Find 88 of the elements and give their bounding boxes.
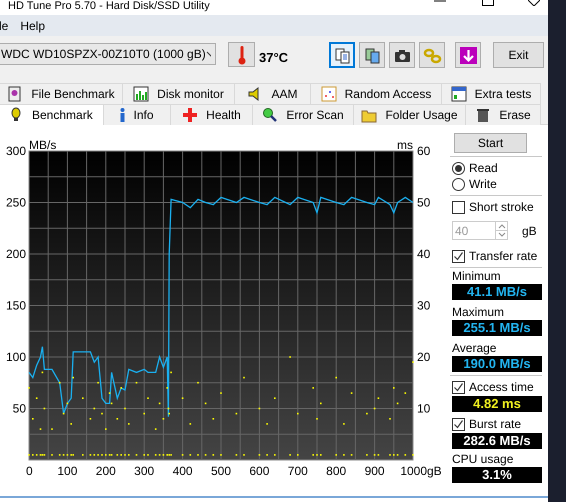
tab[interactable]: Health [171,104,253,125]
checkbox[interactable] [452,418,465,430]
checkbox-label[interactable]: Access time [469,378,534,396]
cross-icon [182,107,198,123]
radio-button[interactable] [452,178,465,190]
tick-label: 800 [326,464,346,478]
value-display: 3.1% [452,467,542,483]
tick-label: 900 [364,464,385,478]
tick-label: 200 [6,247,26,261]
tick-label: 0 [26,464,33,478]
close-icon[interactable] [528,0,540,6]
trash-icon [475,107,492,123]
checkbox[interactable] [452,250,465,262]
download-icon [458,46,478,64]
checkbox[interactable] [452,200,465,214]
tick-label: 700 [288,464,308,478]
file-icon [7,86,24,102]
value-display: 190.0 MB/s [452,356,542,372]
search-icon [262,107,278,123]
tick-label: 300 [6,144,26,158]
radio-label[interactable]: Read [469,159,498,177]
tick-label: 500 [210,464,232,478]
bar-chart-icon [133,86,150,102]
tick-label: 300 [134,464,154,478]
tick-label: 1000gB [400,464,442,478]
drive-name: WDC WD10SPZX-00Z10T0 (1000 gB) [1,46,206,63]
toolbar-button[interactable] [329,42,355,68]
stat-label: Average [452,341,498,355]
tick-label: 40 [417,247,430,261]
stat-label: Maximum [452,305,506,319]
maximize-icon[interactable] [482,0,494,6]
exit-button[interactable]: Exit [493,42,544,68]
tab[interactable]: File Benchmark [0,83,123,104]
tab[interactable]: AAM [235,83,311,104]
value-display: 282.6 MB/s [452,433,542,449]
stat-label: CPU usage [452,452,514,466]
tick-label: 50 [12,402,26,416]
tick-label: 30 [417,298,430,312]
axis-label: MB/s [29,138,56,152]
start-button[interactable]: Start [454,133,527,153]
tick-label: 100 [6,350,26,364]
temperature-reading: 37°C [259,49,288,67]
spinner-icon[interactable] [496,222,508,239]
tick-label: 100 [57,464,78,478]
tab[interactable]: Benchmark [0,104,104,125]
tab[interactable]: Erase [466,104,541,125]
value-display: 41.1 MB/s [452,284,542,300]
tab[interactable]: Random Access [311,83,442,104]
tick-label: 250 [6,196,26,210]
stat-label: Minimum [452,269,502,283]
calendar-icon [450,86,467,102]
scatter-icon [320,86,337,102]
menu-item[interactable]: Help [20,16,46,34]
copy-icon [332,46,352,64]
tick-label: 600 [249,464,270,478]
checkbox[interactable] [452,380,465,394]
temperature-button[interactable] [228,42,255,67]
tab[interactable]: Error Scan [253,104,354,125]
unit-label: gB [522,222,537,240]
menu-item[interactable]: le [0,16,8,34]
thermometer-icon [238,44,246,64]
tick-label: 400 [172,464,193,478]
tick-label: 20 [417,350,430,364]
copy-icon [362,46,382,64]
value-display: 4.82 ms [452,396,542,412]
checkbox-label[interactable]: Transfer rate [469,247,538,265]
tick-label: 200 [96,464,116,478]
tick-label: 150 [6,298,26,312]
tab[interactable]: Info [104,104,171,125]
checkbox-label[interactable]: Short stroke [469,198,534,216]
info-icon [120,108,126,122]
tick-label: 50 [417,196,430,210]
radio-button[interactable] [452,162,465,174]
toolbar-button[interactable] [389,42,415,68]
tab[interactable]: Extra tests [442,83,541,104]
toolbar-button[interactable] [359,42,385,68]
tab[interactable]: Disk monitor [123,83,235,104]
radio-label[interactable]: Write [469,175,497,193]
tick-label: 60 [417,144,430,158]
minimize-icon[interactable] [434,0,446,4]
tab[interactable]: Folder Usage [354,104,466,125]
value-display: 255.1 MB/s [452,320,542,336]
drive-dropdown[interactable]: WDC WD10SPZX-00Z10T0 (1000 gB) [0,43,216,65]
window-title: HD Tune Pro 5.70 - Hard Disk/SSD Utility [8,0,210,13]
axis-label: ms [397,138,413,152]
tick-label: 10 [417,402,430,416]
toolbar-button[interactable] [455,42,481,68]
checkbox-label[interactable]: Burst rate [469,415,522,433]
